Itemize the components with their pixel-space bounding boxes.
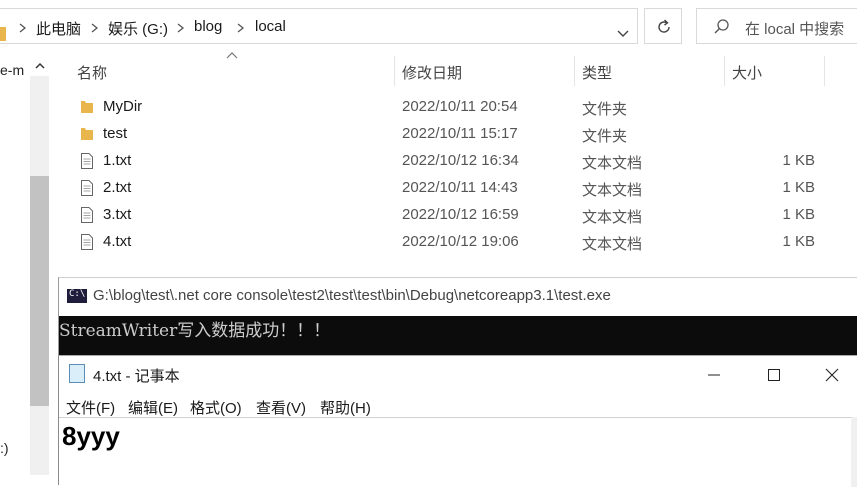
console-icon: C:\: [67, 289, 87, 303]
menu-bar: 文件(F) 编辑(E) 格式(O) 查看(V) 帮助(H): [59, 393, 857, 417]
file-size: 1 KB: [782, 152, 815, 169]
file-name: 2.txt: [103, 179, 132, 196]
notepad-window[interactable]: 4.txt - 记事本 文件(F) 编辑(E) 格式(O) 查看(V) 帮助(H…: [58, 355, 857, 488]
column-header-date[interactable]: 修改日期: [402, 62, 462, 83]
menu-help[interactable]: 帮助(H): [320, 397, 371, 418]
address-bar[interactable]: 此电脑 娱乐 (G:) blog local: [0, 8, 638, 44]
file-name: MyDir: [103, 98, 143, 115]
column-divider[interactable]: [724, 56, 725, 86]
file-date: 2022/10/11 20:54: [402, 98, 518, 115]
file-type: 文本文档: [582, 155, 643, 172]
search-placeholder: 在 local 中搜索: [745, 21, 845, 38]
text-editor-area[interactable]: 8yyy: [59, 417, 857, 488]
file-type: 文本文档: [582, 182, 643, 199]
file-name: 4.txt: [103, 233, 132, 250]
breadcrumb-drive[interactable]: 娱乐 (G:): [108, 18, 168, 39]
console-output-area[interactable]: StreamWriter写入数据成功！！！: [59, 316, 857, 356]
file-date: 2022/10/12 16:34: [402, 152, 519, 169]
chevron-right-icon: [19, 23, 27, 33]
console-output-text: StreamWriter写入数据成功！！！: [59, 321, 331, 341]
folder-icon: [0, 27, 6, 41]
chevron-down-icon[interactable]: [613, 23, 633, 43]
file-date: 2022/10/11 15:17: [402, 125, 518, 142]
file-size: 1 KB: [782, 179, 815, 196]
text-file-icon: [81, 153, 93, 169]
file-type: 文本文档: [582, 236, 643, 253]
column-divider[interactable]: [394, 56, 395, 86]
text-file-icon: [81, 180, 93, 196]
column-header-type[interactable]: 类型: [582, 62, 612, 83]
editor-content: 8yyy: [62, 421, 120, 451]
close-button[interactable]: [817, 361, 847, 389]
file-date: 2022/10/12 19:06: [402, 233, 519, 250]
breadcrumb-blog[interactable]: blog: [194, 18, 222, 35]
editor-scrollbar[interactable]: [851, 417, 857, 487]
chevron-right-icon: [237, 23, 245, 33]
file-date: 2022/10/12 16:59: [402, 206, 519, 223]
menu-file[interactable]: 文件(F): [66, 397, 115, 418]
file-row[interactable]: 1.txt 2022/10/12 16:34 文本文档 1 KB: [70, 148, 850, 175]
folder-icon: [81, 101, 93, 113]
file-row[interactable]: 2.txt 2022/10/11 14:43 文本文档 1 KB: [70, 175, 850, 202]
file-row[interactable]: 3.txt 2022/10/12 16:59 文本文档 1 KB: [70, 202, 850, 229]
menu-edit[interactable]: 编辑(E): [128, 397, 178, 418]
file-row[interactable]: MyDir 2022/10/11 20:54 文件夹: [70, 94, 850, 121]
maximize-button[interactable]: [759, 361, 789, 389]
chevron-right-icon: [91, 23, 99, 33]
navigation-pane: e-m :): [0, 58, 50, 475]
console-window[interactable]: C:\ G:\blog\test\.net core console\test2…: [58, 277, 857, 367]
text-file-icon: [81, 234, 93, 250]
chevron-right-icon: [177, 23, 185, 33]
menu-view[interactable]: 查看(V): [256, 397, 306, 418]
file-name: test: [103, 125, 128, 142]
console-title: G:\blog\test\.net core console\test2\tes…: [93, 287, 611, 304]
console-icon-label: C:\: [69, 289, 86, 299]
column-divider[interactable]: [574, 56, 575, 86]
file-size: 1 KB: [782, 206, 815, 223]
file-type: 文件夹: [582, 128, 628, 145]
file-type: 文本文档: [582, 209, 643, 226]
search-box[interactable]: 在 local 中搜索: [696, 8, 857, 44]
text-file-icon: [81, 207, 93, 223]
folder-icon: [81, 128, 93, 140]
column-divider[interactable]: [824, 56, 825, 86]
refresh-button[interactable]: [644, 8, 682, 44]
file-row[interactable]: 4.txt 2022/10/12 19:06 文本文档 1 KB: [70, 229, 850, 256]
minimize-button[interactable]: [699, 361, 729, 389]
file-size: 1 KB: [782, 233, 815, 250]
address-toolbar: 此电脑 娱乐 (G:) blog local 在 local 中搜索: [0, 0, 857, 58]
column-header-size[interactable]: 大小: [732, 62, 762, 83]
file-date: 2022/10/11 14:43: [402, 179, 518, 196]
nav-scroll-thumb[interactable]: [30, 176, 49, 406]
menu-format[interactable]: 格式(O): [190, 397, 242, 418]
file-type: 文件夹: [582, 101, 628, 118]
sort-ascending-icon: [226, 52, 238, 59]
file-name: 3.txt: [103, 206, 132, 223]
nav-item[interactable]: :): [0, 440, 9, 456]
scroll-up-icon[interactable]: [33, 59, 47, 73]
search-icon: [714, 19, 729, 34]
column-header-name[interactable]: 名称: [77, 62, 107, 83]
breadcrumb-local[interactable]: local: [255, 18, 286, 35]
refresh-icon: [658, 19, 670, 33]
file-row[interactable]: test 2022/10/11 15:17 文件夹: [70, 121, 850, 148]
notepad-icon: [69, 364, 85, 383]
breadcrumb-this-pc[interactable]: 此电脑: [36, 18, 81, 39]
notepad-title: 4.txt - 记事本: [93, 368, 180, 385]
file-name: 1.txt: [103, 152, 132, 169]
nav-item[interactable]: e-m: [0, 62, 24, 78]
